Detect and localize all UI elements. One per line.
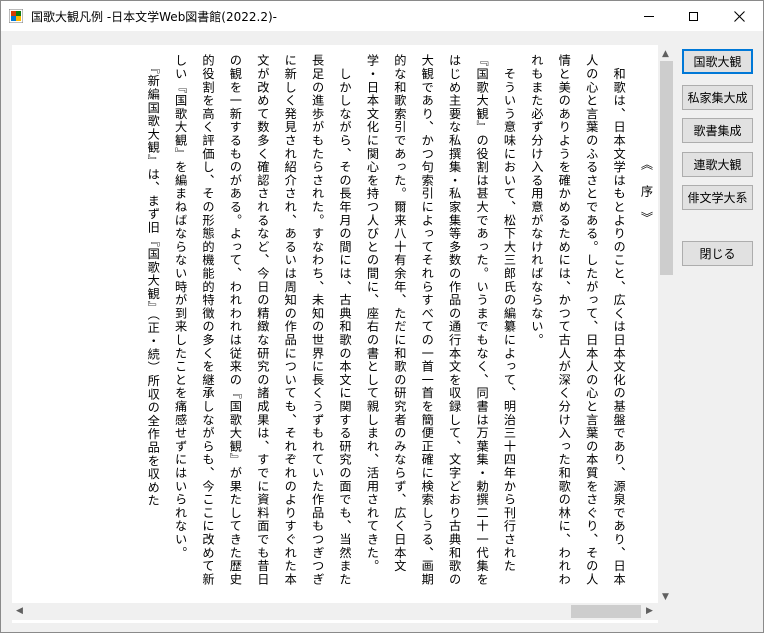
app-icon	[9, 9, 23, 23]
scroll-down-icon[interactable]: ▼	[662, 592, 669, 602]
vertical-scroll-thumb[interactable]	[660, 61, 673, 275]
horizontal-scrollbar[interactable]: ◀ ▶	[12, 603, 658, 620]
haibungaku-taikei-button[interactable]: 俳文学大系	[682, 185, 753, 210]
vertical-scrollbar[interactable]: ▲ ▼	[658, 45, 675, 623]
paragraph-1: 和歌は、日本文学はもとよりのこと、広くは日本文化の基盤であり、源泉であり、日本人…	[529, 54, 626, 586]
document-heading: 《 序 》	[639, 158, 653, 225]
minimize-button[interactable]	[626, 1, 671, 31]
window-title: 国歌大観凡例 -日本文学Web図書館(2022.2)-	[31, 10, 277, 24]
renga-taikan-button[interactable]: 連歌大観	[682, 152, 753, 177]
horizontal-scroll-thumb[interactable]	[571, 605, 641, 618]
close-button[interactable]: 閉じる	[682, 241, 753, 266]
vertical-document-text: 《 序 》 和歌は、日本文学はもとよりのこと、広くは日本文化の基盤であり、源泉で…	[49, 54, 659, 599]
document-viewer[interactable]: 《 序 》 和歌は、日本文学はもとよりのこと、広くは日本文化の基盤であり、源泉で…	[12, 45, 672, 623]
minimize-icon	[643, 15, 654, 17]
paragraph-2: そういう意味において、松下大三郎氏の編纂によって、明治三十四年から刊行された『国…	[364, 54, 516, 586]
maximize-icon	[689, 11, 698, 21]
maximize-button[interactable]	[671, 1, 716, 31]
title-bar[interactable]: 国歌大観凡例 -日本文学Web図書館(2022.2)-	[1, 1, 763, 31]
scroll-right-icon[interactable]: ▶	[646, 606, 653, 616]
scroll-left-icon[interactable]: ◀	[16, 606, 23, 616]
paragraph-3: しかしながら、その長年月の間には、古典和歌の本文に関する研究の面でも、当然また長…	[173, 54, 352, 586]
kasho-shusei-button[interactable]: 歌書集成	[682, 118, 753, 143]
close-window-button[interactable]	[717, 1, 762, 31]
app-window: 国歌大観凡例 -日本文学Web図書館(2022.2)- 《 序 》 和歌は、日本…	[0, 0, 764, 633]
paragraph-4: 『新編国歌大観』は、まず旧『国歌大観』（正・続）所収の全作品を収めた	[145, 54, 160, 508]
close-icon	[734, 10, 745, 22]
shikashu-taisei-button[interactable]: 私家集大成	[682, 85, 753, 110]
scroll-up-icon[interactable]: ▲	[662, 49, 669, 59]
kokka-taikan-button[interactable]: 国歌大観	[682, 49, 753, 74]
